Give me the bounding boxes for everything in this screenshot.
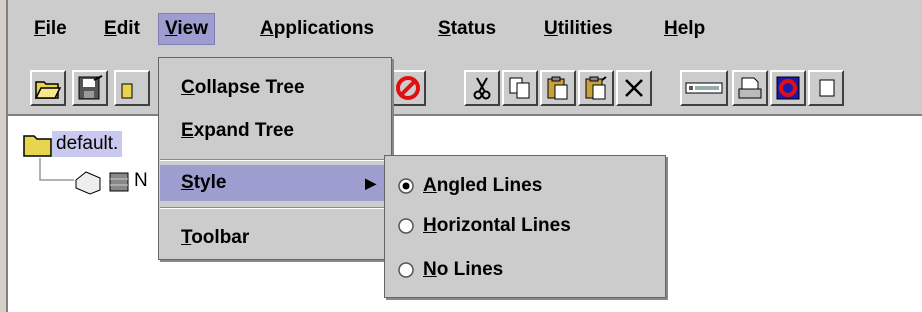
menu-item-horizontal-lines[interactable]: Horizontal Lines — [397, 208, 571, 244]
save-button[interactable] — [72, 70, 108, 106]
menu-help-label: elp — [677, 18, 706, 39]
style-label: tyle — [193, 172, 227, 193]
toolbar — [8, 58, 922, 116]
menu-item-style[interactable]: Style ▶ — [160, 165, 390, 201]
expand-tree-mnemonic: E — [181, 120, 194, 141]
app-button[interactable] — [770, 70, 806, 106]
cut-button[interactable] — [464, 70, 500, 106]
delete-icon — [625, 79, 643, 97]
menu-view[interactable]: View — [158, 13, 215, 45]
menu-edit[interactable]: Edit — [98, 14, 146, 44]
menu-status-mnemonic: S — [438, 18, 451, 39]
menu-edit-mnemonic: E — [104, 18, 117, 39]
menu-applications[interactable]: Applications — [254, 14, 380, 44]
menu-view-mnemonic: V — [165, 18, 178, 39]
menu-file[interactable]: File — [28, 14, 73, 44]
menu-item-collapse-tree[interactable]: Collapse Tree — [181, 70, 305, 106]
paste-special-button[interactable] — [578, 70, 614, 106]
toolbar-label: oolbar — [191, 227, 250, 248]
tree-root-node[interactable]: default. — [52, 130, 123, 158]
tree-child-label[interactable]: N — [134, 170, 148, 192]
collapse-tree-mnemonic: C — [181, 77, 195, 98]
printer-button[interactable] — [732, 70, 768, 106]
menu-help[interactable]: Help — [658, 14, 711, 44]
menu-item-expand-tree[interactable]: Expand Tree — [181, 113, 294, 149]
menu-applications-mnemonic: A — [260, 18, 274, 39]
collapse-tree-label: ollapse Tree — [194, 77, 305, 98]
stop-button[interactable] — [390, 70, 426, 106]
radio-unselected-icon — [398, 218, 414, 234]
tree-root-label: default. — [52, 131, 123, 157]
paste-button[interactable] — [540, 70, 576, 106]
menu-status[interactable]: Status — [432, 14, 502, 44]
horizontal-lines-mnemonic: H — [423, 215, 437, 236]
menu-file-mnemonic: F — [34, 18, 46, 39]
menu-applications-label: pplications — [273, 18, 375, 39]
style-submenu: Angled Lines Horizontal Lines No Lines — [384, 155, 666, 298]
paste-icon — [547, 76, 568, 100]
console-button[interactable] — [680, 70, 728, 106]
save-icon — [78, 75, 103, 100]
paste-special-icon — [585, 76, 607, 100]
angled-lines-label: ngled Lines — [436, 175, 543, 196]
expand-tree-label: xpand Tree — [193, 120, 295, 141]
menu-bar: File Edit View Applications Status Utili… — [8, 0, 922, 58]
no-lines-mnemonic: N — [423, 259, 437, 280]
menu-status-label: tatus — [450, 18, 497, 39]
stop-icon — [396, 76, 420, 100]
menu-edit-label: dit — [116, 18, 140, 39]
open-button[interactable] — [114, 70, 150, 106]
toolbar-mnemonic: T — [181, 227, 192, 248]
tool-icon — [819, 79, 835, 97]
device-node-icon — [109, 172, 129, 192]
style-mnemonic: S — [181, 172, 194, 193]
open-folder-icon — [34, 81, 62, 99]
tool-button[interactable] — [808, 70, 844, 106]
menu-item-angled-lines[interactable]: Angled Lines — [397, 168, 542, 204]
menu-item-no-lines[interactable]: No Lines — [397, 252, 503, 288]
copy-icon — [509, 77, 530, 99]
window-left-border — [0, 0, 8, 312]
menu-help-mnemonic: H — [664, 18, 678, 39]
radio-unselected-icon — [398, 262, 414, 278]
view-menu: Collapse Tree Expand Tree Style ▶ Toolbar — [158, 57, 392, 260]
menu-utilities[interactable]: Utilities — [538, 14, 619, 44]
app-icon — [776, 76, 800, 100]
menu-view-label: iew — [177, 18, 208, 39]
angled-lines-mnemonic: A — [423, 175, 437, 196]
horizontal-lines-label: orizontal Lines — [436, 215, 571, 236]
delete-button[interactable] — [616, 70, 652, 106]
no-lines-label: o Lines — [436, 259, 504, 280]
open-folder-button[interactable] — [30, 70, 66, 106]
menu-file-label: ile — [45, 18, 67, 39]
radio-selected-icon — [398, 178, 414, 194]
printer-node-icon — [75, 171, 101, 195]
open-icon — [121, 83, 133, 99]
printer-icon — [738, 77, 762, 99]
submenu-arrow-icon: ▶ — [365, 175, 376, 191]
cut-icon — [473, 77, 491, 100]
menu-utilities-mnemonic: U — [544, 18, 558, 39]
copy-button[interactable] — [502, 70, 538, 106]
menu-utilities-label: tilities — [557, 18, 613, 39]
console-icon — [685, 82, 723, 94]
menu-item-toolbar[interactable]: Toolbar — [181, 220, 249, 256]
menu-separator — [160, 159, 390, 161]
menu-separator — [160, 207, 390, 209]
